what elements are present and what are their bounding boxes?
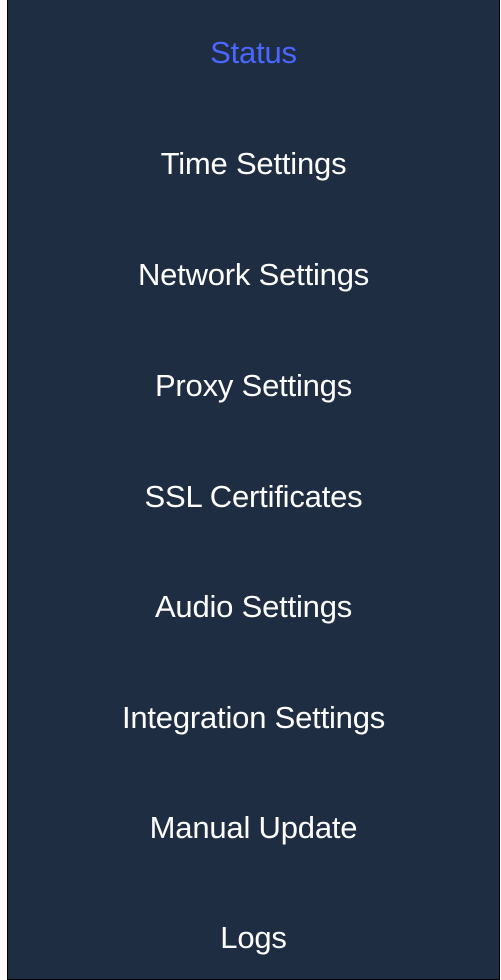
sidebar-item-audio-settings[interactable]: Audio Settings	[8, 577, 499, 637]
sidebar-item-integration-settings[interactable]: Integration Settings	[8, 688, 499, 748]
sidebar-item-manual-update[interactable]: Manual Update	[8, 798, 499, 858]
sidebar-item-label: SSL Certificates	[144, 479, 363, 514]
sidebar-item-logs[interactable]: Logs	[8, 908, 499, 968]
sidebar-item-label: Network Settings	[137, 257, 370, 292]
sidebar-nav: Status Time Settings Network Settings Pr…	[7, 0, 500, 980]
sidebar-item-label: Integration Settings	[121, 700, 386, 735]
sidebar-item-label: Manual Update	[149, 810, 358, 845]
sidebar-item-label: Audio Settings	[154, 589, 353, 624]
sidebar-item-network-settings[interactable]: Network Settings	[8, 245, 499, 305]
sidebar-item-label: Proxy Settings	[154, 368, 353, 403]
sidebar-item-ssl-certificates[interactable]: SSL Certificates	[8, 467, 499, 527]
sidebar-item-label: Time Settings	[160, 146, 347, 181]
sidebar-item-proxy-settings[interactable]: Proxy Settings	[8, 356, 499, 416]
sidebar-item-time-settings[interactable]: Time Settings	[8, 134, 499, 194]
sidebar-item-label: Logs	[220, 920, 287, 955]
sidebar-item-label: Status	[210, 35, 297, 70]
sidebar-item-status[interactable]: Status	[8, 23, 499, 83]
